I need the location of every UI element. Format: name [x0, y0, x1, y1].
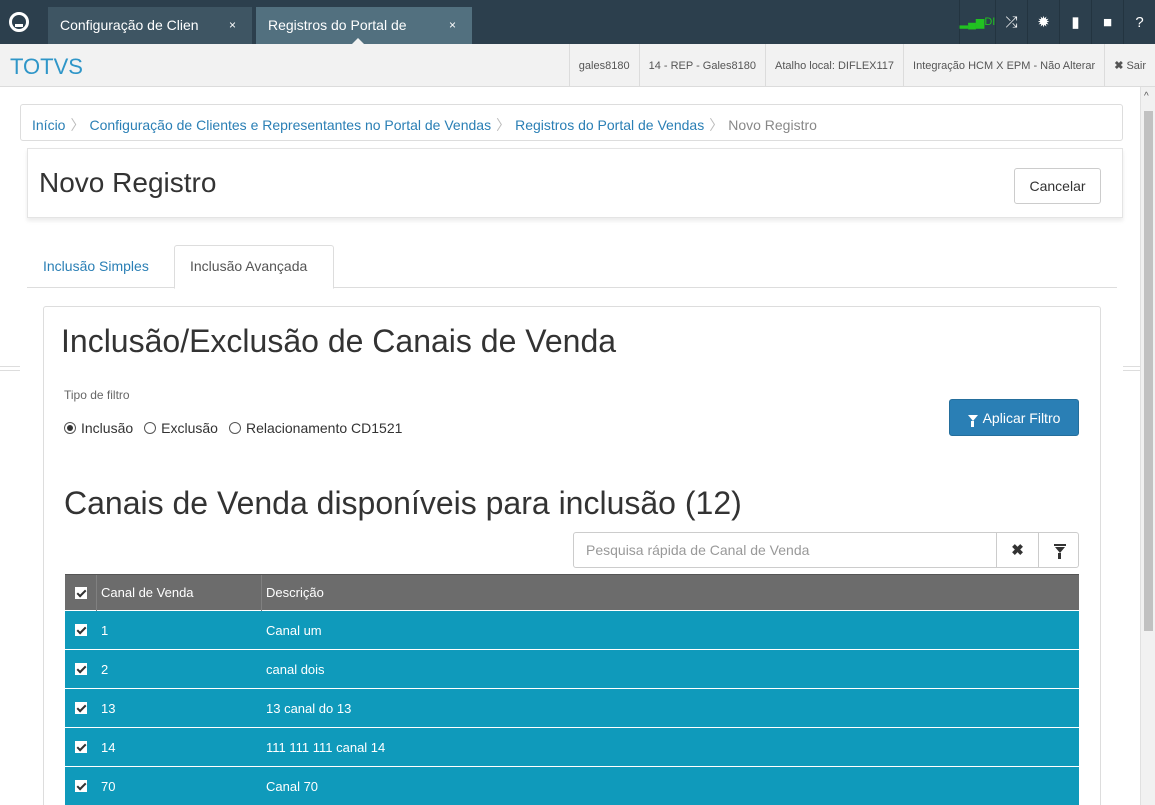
row-checkbox[interactable]	[65, 702, 97, 714]
filter-icon	[1053, 544, 1066, 559]
tab-registros-portal[interactable]: Registros do Portal de ×	[256, 7, 472, 45]
tab-configuracao-clientes[interactable]: Configuração de Clien ×	[48, 7, 252, 44]
radio-relacionamento[interactable]	[228, 422, 241, 434]
radio-inclusao-label[interactable]: Inclusão	[81, 420, 133, 436]
tab-inclusao-simples[interactable]: Inclusão Simples	[43, 258, 149, 274]
table-row[interactable]: 70 Canal 70	[65, 766, 1079, 805]
checkbox-checked-icon	[75, 586, 87, 599]
list-title: Canais de Venda disponíveis para inclusã…	[64, 485, 742, 521]
breadcrumb: Início 〉 Configuração de Clientes e Repres…	[20, 104, 1123, 141]
cell-code: 70	[101, 778, 116, 794]
cell-description: Canal um	[266, 622, 322, 638]
tab-inclusao-avancada-label[interactable]: Inclusão Avançada	[190, 258, 307, 274]
table-row[interactable]: 1 Canal um	[65, 610, 1079, 649]
tab-label: Configuração de Clien	[60, 17, 199, 33]
radio-relacionamento-label[interactable]: Relacionamento CD1521	[246, 420, 402, 436]
tab-label: Registros do Portal de	[268, 17, 407, 33]
breadcrumb-registros[interactable]: Registros do Portal de Vendas	[515, 117, 704, 133]
user-info[interactable]: gales8180	[568, 44, 639, 87]
cell-description: 111 111 111 canal 14	[266, 739, 386, 755]
apply-filter-button[interactable]: Aplicar Filtro	[949, 399, 1079, 436]
clear-search-icon[interactable]: ✖	[996, 533, 1038, 567]
cell-code: 1	[101, 622, 109, 638]
divider	[0, 366, 20, 371]
company-info[interactable]: 14 - REP - Gales8180	[638, 44, 765, 87]
checkbox-checked-icon	[75, 780, 87, 792]
breadcrumb-separator: 〉	[70, 117, 85, 133]
radio-exclusao[interactable]	[144, 422, 157, 434]
page-header: Novo Registro Cancelar	[27, 148, 1123, 218]
row-checkbox[interactable]	[65, 741, 97, 753]
apply-filter-label: Aplicar Filtro	[982, 409, 1061, 426]
logout-button[interactable]: ✖ Sair	[1104, 44, 1155, 87]
cell-description: 13 canal do 13	[266, 700, 352, 716]
channels-grid: Canal de Venda Descrição 1 Canal um 2 ca…	[65, 574, 1079, 805]
scroll-up-icon[interactable]: ^	[1144, 91, 1149, 102]
document-icon[interactable]: ▮	[1059, 0, 1091, 44]
tab-close-icon[interactable]: ×	[449, 18, 456, 32]
advanced-filter-button[interactable]	[1038, 533, 1080, 567]
context-bar: TOTVS gales8180 14 - REP - Gales8180 Ata…	[0, 44, 1155, 87]
breadcrumb-inicio[interactable]: Início	[32, 117, 65, 133]
brand-logo: TOTVS	[10, 54, 83, 79]
cell-code: 14	[101, 739, 116, 755]
section-title: Inclusão/Exclusão de Canais de Venda	[61, 323, 617, 359]
help-icon[interactable]: ?	[1123, 0, 1155, 44]
cell-code: 2	[101, 661, 109, 677]
cell-code: 13	[101, 700, 116, 716]
row-checkbox[interactable]	[65, 780, 97, 792]
top-bar: Configuração de Clien × Registros do Por…	[0, 0, 1155, 45]
signal-icon[interactable]: ▂▄▆ DI	[959, 0, 995, 44]
environment-info[interactable]: Integração HCM X EPM - Não Alterar	[903, 44, 1104, 87]
tab-close-icon[interactable]: ×	[229, 18, 236, 32]
radio-inclusao[interactable]	[64, 422, 76, 434]
column-header-descricao[interactable]: Descrição	[262, 585, 1079, 600]
checkbox-checked-icon	[75, 624, 87, 636]
logout-label: Sair	[1126, 59, 1146, 72]
column-header-canal[interactable]: Canal de Venda	[97, 574, 262, 611]
signal-label: DI	[984, 16, 996, 28]
table-row[interactable]: 14 111 111 111 canal 14	[65, 727, 1079, 766]
table-row[interactable]: 13 13 canal do 13	[65, 688, 1079, 727]
breadcrumb-separator: 〉	[709, 117, 724, 133]
grid-header: Canal de Venda Descrição	[65, 574, 1079, 611]
search-input[interactable]	[574, 533, 996, 567]
quick-search: ✖	[573, 532, 1079, 568]
row-checkbox[interactable]	[65, 663, 97, 675]
vertical-scrollbar[interactable]: ^	[1140, 87, 1155, 805]
breadcrumb-current: Novo Registro	[728, 117, 817, 133]
shortcut-info[interactable]: Atalho local: DIFLEX117	[765, 44, 903, 87]
checkbox-checked-icon	[75, 663, 87, 675]
filter-type-label: Tipo de filtro	[64, 388, 130, 402]
cell-description: Canal 70	[266, 778, 319, 794]
page-title: Novo Registro	[39, 167, 217, 198]
top-icon-group: ▂▄▆ DI ⤮ ✹ ▮ ■ ?	[959, 0, 1155, 44]
breadcrumb-configuracao[interactable]: Configuração de Clientes e Representante…	[89, 117, 491, 133]
totvs-logo-icon[interactable]	[9, 12, 29, 32]
divider	[1123, 366, 1140, 371]
filter-icon	[967, 414, 978, 427]
chat-icon[interactable]: ■	[1091, 0, 1123, 44]
gear-icon[interactable]: ✹	[1027, 0, 1059, 44]
scroll-thumb[interactable]	[1144, 111, 1153, 631]
close-icon: ✖	[1114, 60, 1124, 72]
select-all-checkbox[interactable]	[65, 574, 97, 611]
shuffle-icon[interactable]: ⤮	[995, 0, 1027, 44]
checkbox-checked-icon	[75, 702, 87, 714]
cell-description: canal dois	[266, 661, 325, 677]
table-row[interactable]: 2 canal dois	[65, 649, 1079, 688]
filter-type-radio-group: Inclusão Exclusão Relacionamento CD1521	[64, 420, 408, 436]
cancel-button[interactable]: Cancelar	[1014, 168, 1101, 204]
info-cells: gales8180 14 - REP - Gales8180 Atalho lo…	[568, 44, 1155, 87]
checkbox-checked-icon	[75, 741, 87, 753]
radio-exclusao-label[interactable]: Exclusão	[161, 420, 218, 436]
breadcrumb-separator: 〉	[496, 117, 511, 133]
row-checkbox[interactable]	[65, 624, 97, 636]
